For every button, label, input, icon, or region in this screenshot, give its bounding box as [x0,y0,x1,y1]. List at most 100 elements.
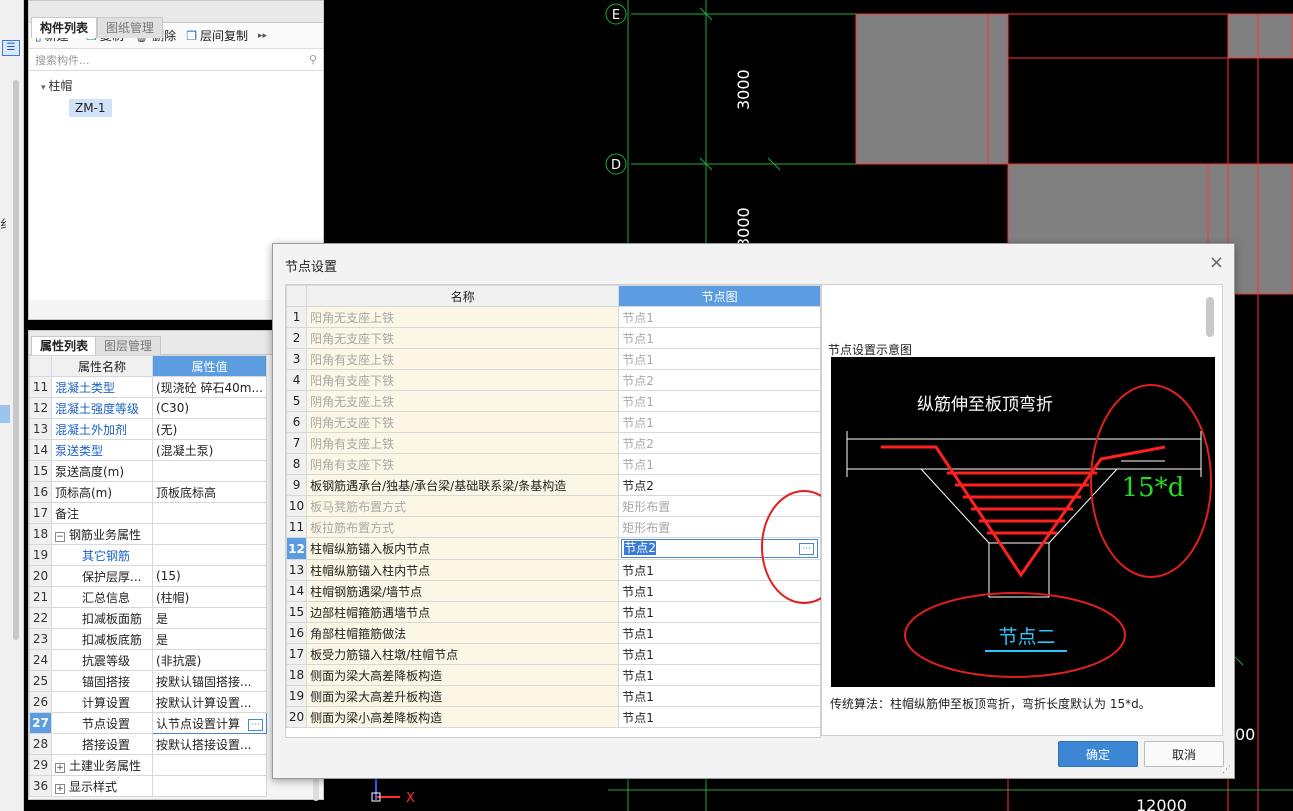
prop-value[interactable]: (无) [152,418,267,440]
table-row[interactable]: 8 阴角有支座下铁 节点1 [286,453,820,475]
ok-button[interactable]: 确定 [1058,741,1138,767]
prop-value[interactable]: 顶板底标高 [152,481,267,503]
prop-group-display[interactable]: + 显示样式 [51,775,153,797]
expand-icon[interactable]: + [55,783,65,794]
node-value[interactable]: 节点1 [618,348,820,370]
node-value[interactable]: 节点1 [618,327,820,349]
floor-copy-button[interactable]: ❐ 层间复制 [186,27,248,44]
node-value[interactable]: 节点1 [618,706,820,728]
table-row[interactable]: 15 泵送高度(m) [29,460,267,482]
prop-name: 抗震等级 [51,649,153,671]
node-value[interactable]: 节点1 [618,664,820,686]
prop-group-rebar[interactable]: − 钢筋业务属性 [51,523,153,545]
resize-grip-icon[interactable]: ⋰ [1222,765,1231,775]
collapse-icon[interactable]: − [55,531,65,542]
prop-value[interactable] [152,544,267,566]
prop-value[interactable]: 按默认锚固搭接... [152,670,267,692]
table-row[interactable]: 10 板马凳筋布置方式 矩形布置 [286,495,820,517]
search-input[interactable]: 搜索构件... ⚲ [29,49,323,71]
left-strip-scrollbar[interactable] [13,80,19,640]
table-row[interactable]: 13 混凝土外加剂 (无) [29,418,267,440]
table-row[interactable]: 6 阴角无支座下铁 节点1 [286,411,820,433]
table-row[interactable]: 21 汇总信息 (柱帽) [29,586,267,608]
table-row[interactable]: 20 保护层厚... (15) [29,565,267,587]
node-value[interactable]: 节点1 [618,390,820,412]
table-row[interactable]: 18 侧面为梁大高差降板构造 节点1 [286,664,820,686]
prop-value[interactable]: (混凝土泵) [152,439,267,461]
table-row[interactable]: 13 柱帽纵筋锚入柱内节点 节点1 [286,559,820,581]
table-row[interactable]: 24 抗震等级 (非抗震) [29,649,267,671]
tab-property-list[interactable]: 属性列表 [31,336,98,355]
tree-item-zm1[interactable]: ZM-1 [69,99,112,117]
prop-value[interactable]: (15) [152,565,267,587]
node-diagram-svg: 纵筋伸至板顶弯折 15*d 节点二 [846,384,1212,678]
prop-value[interactable]: 是 [152,607,267,629]
table-row[interactable]: 19 其它钢筋 [29,544,267,566]
table-row[interactable]: 28 搭接设置 按默认搭接设置... [29,733,267,755]
ellipsis-icon[interactable]: ··· [248,718,263,731]
table-row[interactable]: 16 角部柱帽箍筋做法 节点1 [286,622,820,644]
table-row[interactable]: 17 备注 [29,502,267,524]
table-row[interactable]: 18 − 钢筋业务属性 [29,523,267,545]
table-row[interactable]: 3 阳角有支座上铁 节点1 [286,348,820,370]
prop-value[interactable]: (柱帽) [152,586,267,608]
cad-column-cap[interactable] [1227,13,1293,59]
table-row-selected[interactable]: 27 节点设置 认节点设置计算 ··· [29,712,267,734]
expand-icon[interactable]: + [55,762,65,773]
table-row[interactable]: 15 边部柱帽箍筋遇墙节点 节点1 [286,601,820,623]
table-row[interactable]: 19 侧面为梁大高差升板构造 节点1 [286,685,820,707]
table-row[interactable]: 23 扣减板底筋 是 [29,628,267,650]
cancel-button[interactable]: 取消 [1144,741,1224,767]
list-view-icon[interactable]: ☰ [2,40,20,56]
prop-value[interactable]: 按默认搭接设置... [152,733,267,755]
cad-column-cap[interactable] [855,13,1009,165]
table-row[interactable]: 20 侧面为梁小高差降板构造 节点1 [286,706,820,728]
table-row[interactable]: 2 阳角无支座下铁 节点1 [286,327,820,349]
row-num: 13 [29,418,52,440]
table-row-selected[interactable]: 12 柱帽纵筋锚入板内节点 节点2 ··· [286,537,820,560]
table-row[interactable]: 29 + 土建业务属性 [29,754,267,776]
table-row[interactable]: 16 顶标高(m) 顶板底标高 [29,481,267,503]
table-row[interactable]: 36 + 显示样式 [29,775,267,797]
table-row[interactable]: 4 阳角有支座下铁 节点2 [286,369,820,391]
table-row[interactable]: 22 扣减板面筋 是 [29,607,267,629]
tab-drawing-management[interactable]: 图纸管理 [97,17,164,38]
table-row[interactable]: 5 阴角无支座上铁 节点1 [286,390,820,412]
prop-value[interactable]: (现浇砼 碎石40m... [152,376,267,398]
table-row[interactable]: 9 板钢筋遇承台/独基/承台梁/基础联系梁/条基构造 节点2 [286,474,820,496]
tab-layer-management[interactable]: 图层管理 [95,336,162,355]
node-value[interactable]: 节点1 [618,622,820,644]
prop-value[interactable]: (C30) [152,397,267,419]
table-row[interactable]: 7 阴角有支座上铁 节点2 [286,432,820,454]
row-num: 5 [286,390,308,412]
prop-value[interactable] [152,460,267,482]
table-row[interactable]: 17 板受力筋锚入柱墩/柱帽节点 节点1 [286,643,820,665]
close-icon[interactable]: × [1209,252,1224,273]
node-value[interactable]: 节点1 [618,306,820,328]
tab-component-list[interactable]: 构件列表 [31,17,98,38]
prop-value[interactable]: (非抗震) [152,649,267,671]
table-row[interactable]: 11 板拉筋布置方式 矩形布置 [286,516,820,538]
node-value[interactable]: 节点2 [618,369,820,391]
node-value[interactable]: 节点2 [618,432,820,454]
node-value[interactable]: 节点1 [618,453,820,475]
node-value[interactable]: 节点1 [618,643,820,665]
node-value[interactable]: 节点1 [618,411,820,433]
table-row[interactable]: 12 混凝土强度等级 (C30) [29,397,267,419]
prop-value[interactable]: 按默认计算设置... [152,691,267,713]
more-icon[interactable]: ▸▸ [258,31,267,41]
table-row[interactable]: 11 混凝土类型 (现浇砼 碎石40m... [29,376,267,398]
table-row[interactable]: 14 泵送类型 (混凝土泵) [29,439,267,461]
table-row[interactable]: 25 锚固搭接 按默认锚固搭接... [29,670,267,692]
node-value[interactable]: 节点1 [618,685,820,707]
prop-value[interactable] [152,502,267,524]
prop-group-civil[interactable]: + 土建业务属性 [51,754,153,776]
table-row[interactable]: 14 柱帽钢筋遇梁/墙节点 节点1 [286,580,820,602]
table-row[interactable]: 26 计算设置 按默认计算设置... [29,691,267,713]
preview-scrollbar[interactable] [1206,297,1214,337]
tree-node-category[interactable]: ▾ 柱帽 [41,77,72,94]
table-row[interactable]: 1 阳角无支座上铁 节点1 [286,306,820,328]
prop-value[interactable]: 是 [152,628,267,650]
prop-name: 顶标高(m) [51,481,153,503]
prop-value-editing[interactable]: 认节点设置计算 ··· [152,712,267,734]
